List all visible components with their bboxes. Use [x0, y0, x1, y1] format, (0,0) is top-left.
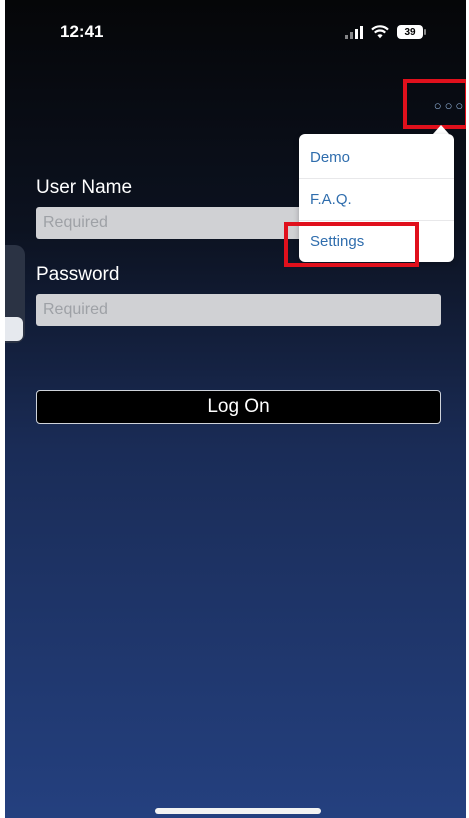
wifi-icon: [371, 25, 389, 39]
home-indicator: [155, 808, 321, 814]
menu-item-faq[interactable]: F.A.Q.: [299, 178, 454, 220]
edge-handle[interactable]: [5, 245, 25, 343]
password-label: Password: [36, 264, 120, 285]
status-time: 12:41: [60, 22, 104, 41]
menu-caret-icon: [433, 125, 449, 134]
username-label: User Name: [36, 177, 133, 198]
battery-icon: 39: [397, 25, 426, 39]
ellipsis-icon: ○○○: [433, 97, 466, 113]
status-icons: 39: [345, 22, 426, 42]
app-screen: 12:41 39 ○○○ User Name Password Log On: [5, 0, 466, 818]
menu-item-demo[interactable]: Demo: [299, 136, 454, 178]
more-options-button[interactable]: ○○○: [403, 79, 466, 129]
edge-handle-tab[interactable]: [5, 317, 23, 341]
password-input[interactable]: [36, 294, 441, 326]
cellular-signal-icon: [345, 25, 363, 39]
log-on-button[interactable]: Log On: [36, 390, 441, 424]
settings-highlight-box: [284, 222, 419, 267]
